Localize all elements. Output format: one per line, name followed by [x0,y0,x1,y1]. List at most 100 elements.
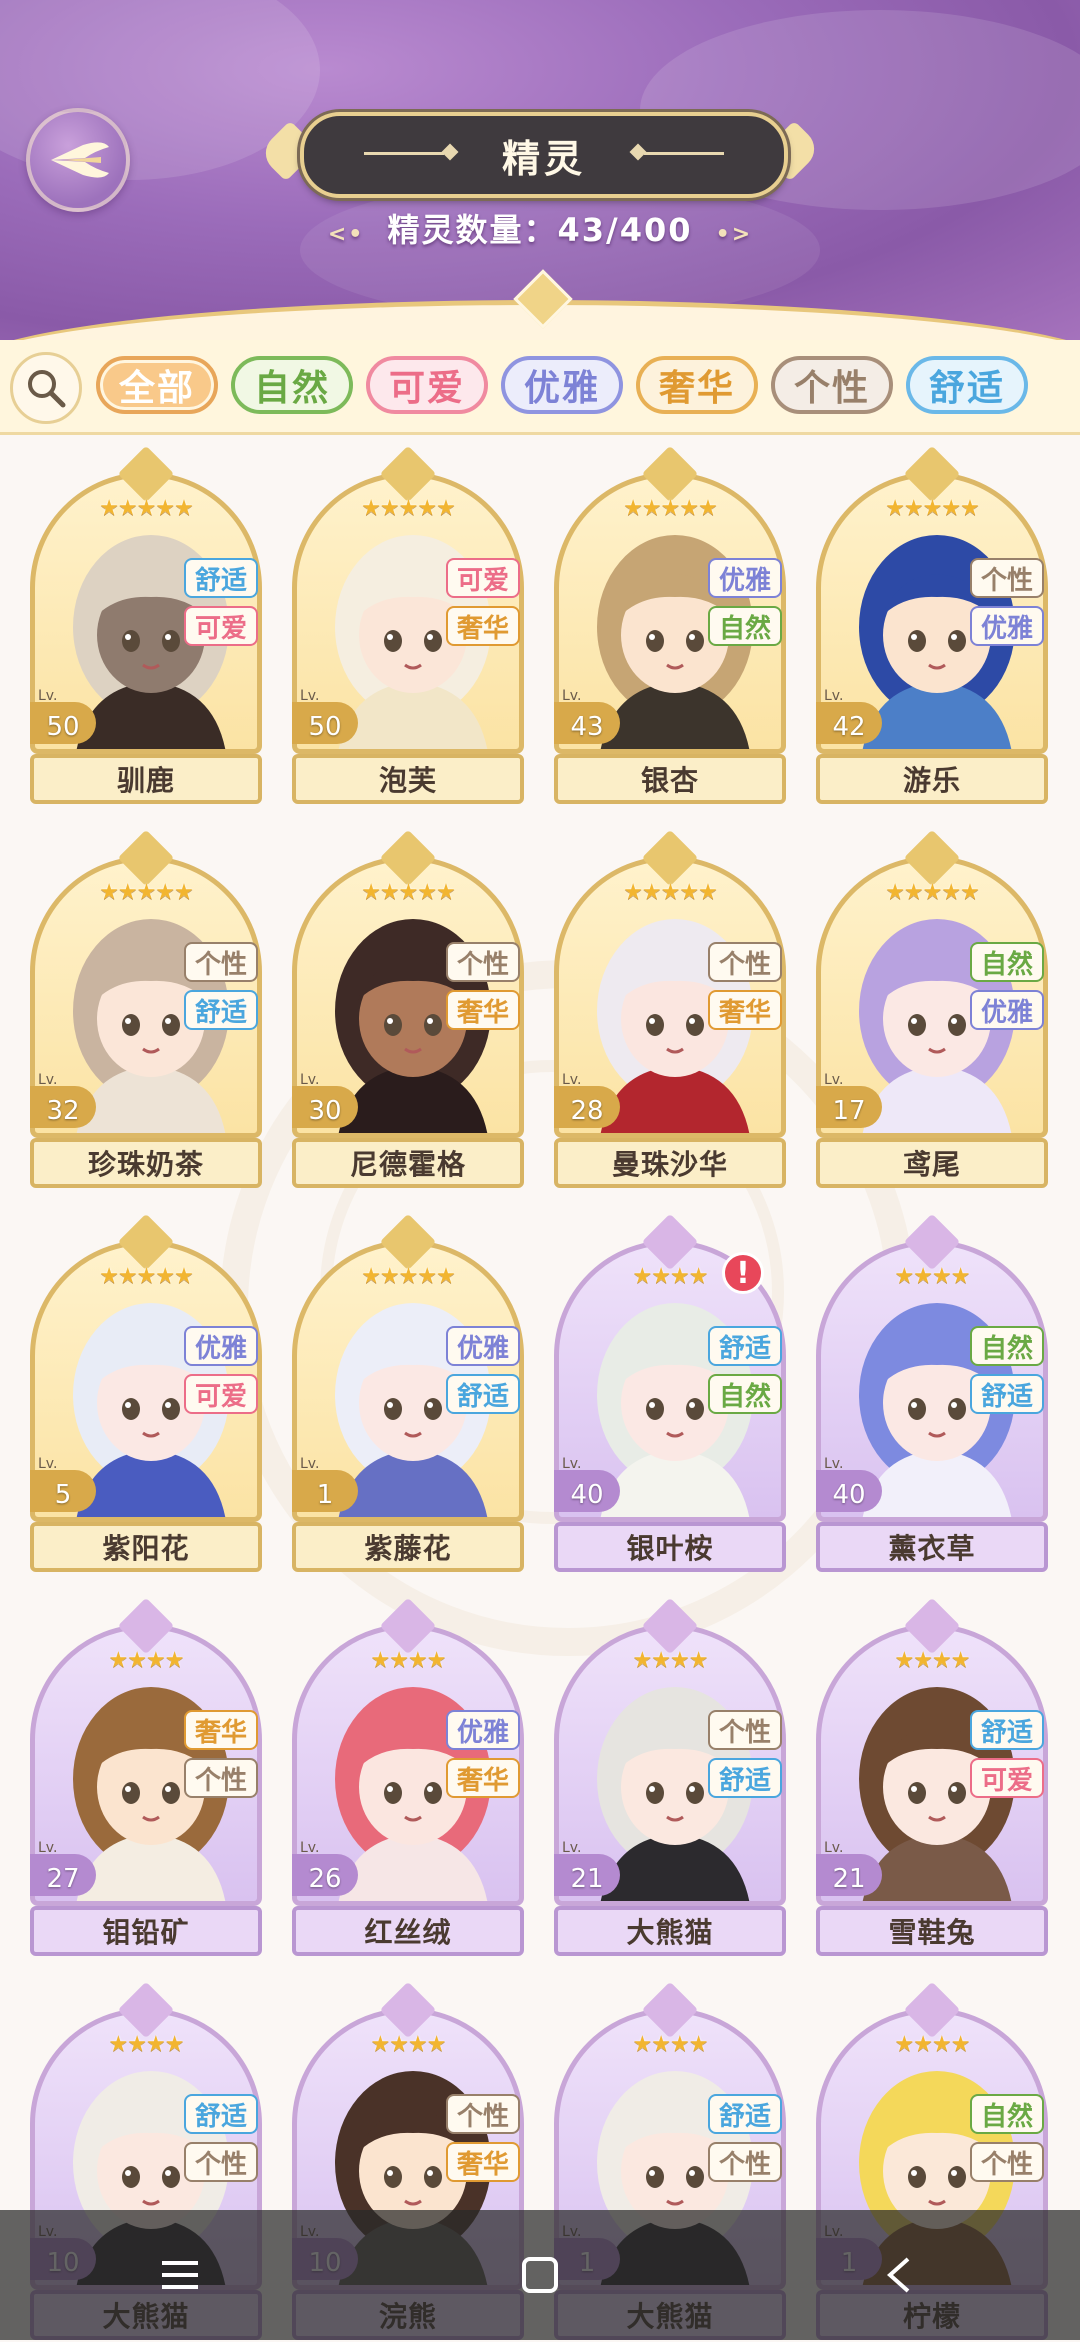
spirit-card[interactable]: ★★★★ 舒适 自然 Lv. 40 银叶桉! [554,1213,786,1574]
spirit-card[interactable]: ★★★★ 个性 舒适 Lv. 21 大熊猫 [554,1597,786,1958]
menu-icon [162,2261,198,2289]
star-rating: ★★★★ [894,1264,971,1289]
title-diamond-ornament [441,143,459,161]
star-rating: ★★★★★ [361,880,456,905]
level-badge: Lv. 27 [30,1840,96,1896]
level-value: 21 [832,1864,866,1894]
search-button[interactable] [10,352,82,424]
level-badge: Lv. 21 [554,1840,620,1896]
alert-badge: ! [722,1252,764,1294]
menu-button[interactable] [120,2225,240,2325]
spirit-card[interactable]: ★★★★★ 个性 奢华 Lv. 28 曼珠沙华 [554,829,786,1190]
level-prefix: Lv. [562,1072,582,1088]
trait-tag: 个性 [708,942,782,982]
trait-tag: 自然 [970,1326,1044,1366]
spirit-card[interactable]: ★★★★★ 可爱 奢华 Lv. 50 泡芙 [292,445,524,806]
spirit-name: 薰衣草 [816,1522,1048,1572]
spirit-name: 泡芙 [292,754,524,804]
spirit-card[interactable]: ★★★★★ 个性 优雅 Lv. 42 游乐 [816,445,1048,806]
trait-tag: 优雅 [970,606,1044,646]
filter-bar: 全部 自然 可爱 优雅 奢华 个性 舒适 [0,340,1080,435]
level-value: 40 [570,1480,604,1510]
spirit-card[interactable]: ★★★★ 舒适 可爱 Lv. 21 雪鞋兔 [816,1597,1048,1958]
filter-tab-2[interactable]: 可爱 [366,356,488,414]
trait-tag: 个性 [184,2142,258,2182]
wing-back-icon [51,142,109,178]
level-badge: Lv. 1 [292,1456,358,1512]
level-badge: Lv. 30 [292,1072,358,1128]
filter-tab-1[interactable]: 自然 [231,356,353,414]
trait-tag: 舒适 [708,1326,782,1366]
trait-tag: 个性 [970,558,1044,598]
level-badge: Lv. 40 [816,1456,882,1512]
filter-tab-6[interactable]: 舒适 [906,356,1028,414]
level-badge: Lv. 28 [554,1072,620,1128]
level-prefix: Lv. [300,1072,320,1088]
star-rating: ★★★★ [108,2032,185,2057]
trait-tag: 舒适 [446,1374,520,1414]
trait-tag: 舒适 [708,1758,782,1798]
spirit-card[interactable]: ★★★★★ 优雅 舒适 Lv. 1 紫藤花 [292,1213,524,1574]
level-value: 28 [570,1096,604,1126]
spirit-card[interactable]: ★★★★ 奢华 个性 Lv. 27 钼铅矿 [30,1597,262,1958]
trait-tag: 优雅 [708,558,782,598]
spirit-card[interactable]: ★★★★★ 舒适 可爱 Lv. 50 驯鹿 [30,445,262,806]
star-rating: ★★★★★ [99,1264,194,1289]
trait-tag: 优雅 [446,1710,520,1750]
title-line-ornament [364,152,444,155]
level-badge: Lv. 5 [30,1456,96,1512]
spirit-card[interactable]: ★★★★★ 个性 舒适 Lv. 32 珍珠奶茶 [30,829,262,1190]
star-rating: ★★★★ [632,2032,709,2057]
star-rating: ★★★★ [370,2032,447,2057]
spirit-card[interactable]: ★★★★★ 个性 奢华 Lv. 30 尼德霍格 [292,829,524,1190]
level-prefix: Lv. [824,1456,844,1472]
trait-tag: 个性 [970,2142,1044,2182]
spirit-card[interactable]: ★★★★ 优雅 奢华 Lv. 26 红丝绒 [292,1597,524,1958]
home-button[interactable] [480,2225,600,2325]
spirit-name: 珍珠奶茶 [30,1138,262,1188]
trait-tag: 自然 [708,606,782,646]
level-prefix: Lv. [824,1840,844,1856]
spirit-count: <• 精灵数量：43/400 •> [0,205,1080,251]
star-rating: ★★★★ [632,1648,709,1673]
trait-tag: 个性 [184,1758,258,1798]
spirit-card[interactable]: ★★★★★ 优雅 自然 Lv. 43 银杏 [554,445,786,806]
level-value: 26 [308,1864,342,1894]
trait-tag: 个性 [708,2142,782,2182]
trait-tag: 个性 [446,942,520,982]
spirit-card[interactable]: ★★★★★ 优雅 可爱 Lv. 5 紫阳花 [30,1213,262,1574]
star-rating: ★★★★ [370,1648,447,1673]
spirit-card[interactable]: ★★★★ 自然 舒适 Lv. 40 薰衣草 [816,1213,1048,1574]
level-badge: Lv. 50 [292,688,358,744]
page-title: 精灵 [501,136,586,181]
back-nav-button[interactable] [840,2225,960,2325]
spirit-card[interactable]: ★★★★★ 自然 优雅 Lv. 17 鸢尾 [816,829,1048,1190]
star-rating: ★★★★★ [99,496,194,521]
spirit-name: 游乐 [816,754,1048,804]
level-value: 43 [570,712,604,742]
spirit-name: 紫藤花 [292,1522,524,1572]
star-rating: ★★★★★ [885,880,980,905]
spirit-name: 红丝绒 [292,1906,524,1956]
trait-tag: 个性 [446,2094,520,2134]
filter-tab-4[interactable]: 奢华 [636,356,758,414]
level-prefix: Lv. [824,688,844,704]
level-value: 32 [46,1096,80,1126]
filter-tab-5[interactable]: 个性 [771,356,893,414]
level-badge: Lv. 32 [30,1072,96,1128]
spirit-name: 鸢尾 [816,1138,1048,1188]
star-rating: ★★★★ [894,2032,971,2057]
trait-tag: 优雅 [970,990,1044,1030]
back-button[interactable] [26,108,130,212]
star-rating: ★★★★ [894,1648,971,1673]
trait-tag: 优雅 [446,1326,520,1366]
level-badge: Lv. 17 [816,1072,882,1128]
filter-tab-3[interactable]: 优雅 [501,356,623,414]
home-icon [522,2257,558,2293]
level-prefix: Lv. [38,688,58,704]
filter-tab-0[interactable]: 全部 [96,356,218,414]
trait-tag: 可爱 [184,1374,258,1414]
trait-tag: 可爱 [184,606,258,646]
level-value: 1 [316,1480,334,1510]
header: 精灵 <• 精灵数量：43/400 •> [0,0,1080,345]
